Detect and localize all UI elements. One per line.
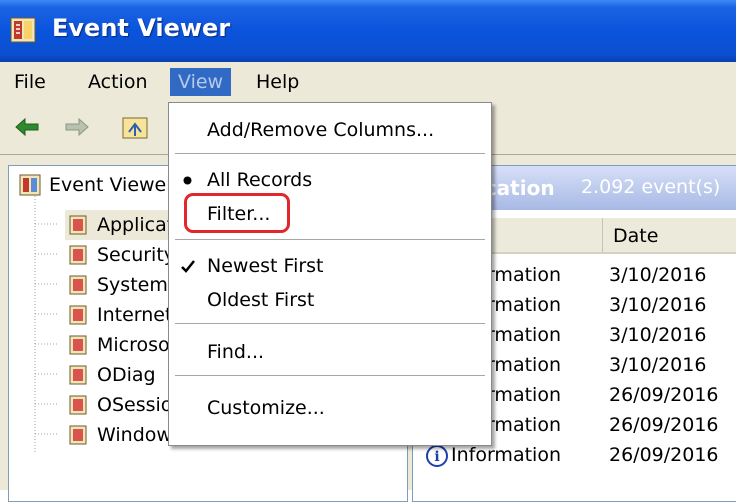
log-book-icon bbox=[69, 305, 87, 325]
row-date: 3/10/2016 bbox=[609, 324, 707, 346]
event-viewer-root-icon bbox=[19, 174, 41, 196]
forward-arrow-icon[interactable] bbox=[62, 112, 92, 142]
menu-item-label: Oldest First bbox=[207, 289, 315, 311]
menu-item-oldest-first[interactable]: Oldest First bbox=[169, 285, 491, 315]
menu-item-all-records[interactable]: All Records bbox=[169, 165, 491, 195]
event-viewer-app-icon bbox=[10, 17, 36, 43]
menu-bar: File Action View Help bbox=[0, 62, 736, 102]
event-count: 2.092 event(s) bbox=[581, 176, 721, 198]
svg-text:i: i bbox=[434, 449, 439, 465]
menu-item-add-remove-columns[interactable]: Add/Remove Columns... bbox=[169, 115, 491, 145]
information-icon: i bbox=[426, 445, 448, 467]
up-folder-icon[interactable] bbox=[120, 112, 150, 142]
tree-label-root: Event Viewer bbox=[49, 174, 175, 196]
menu-help[interactable]: Help bbox=[248, 68, 307, 96]
menu-view[interactable]: View bbox=[170, 68, 232, 96]
menu-action[interactable]: Action bbox=[80, 68, 156, 96]
menu-item-label: All Records bbox=[207, 169, 313, 191]
checkmark-icon bbox=[181, 260, 195, 273]
row-date: 26/09/2016 bbox=[609, 414, 719, 436]
log-book-icon bbox=[69, 335, 87, 355]
view-menu-dropdown: Add/Remove Columns... All Records Filter… bbox=[168, 102, 492, 446]
row-date: 26/09/2016 bbox=[609, 384, 719, 406]
log-book-icon bbox=[69, 245, 87, 265]
log-book-icon bbox=[69, 425, 87, 445]
title-bar: Event Viewer bbox=[0, 0, 736, 62]
menu-separator bbox=[175, 153, 485, 154]
row-date: 3/10/2016 bbox=[609, 294, 707, 316]
menu-item-find[interactable]: Find... bbox=[169, 337, 491, 367]
tree-label: Security bbox=[97, 244, 176, 266]
row-date: 3/10/2016 bbox=[609, 354, 707, 376]
log-book-icon bbox=[69, 395, 87, 415]
tree-label: System bbox=[97, 274, 168, 296]
radio-bullet-icon bbox=[183, 176, 192, 185]
menu-file[interactable]: File bbox=[6, 68, 54, 96]
menu-item-label: Newest First bbox=[207, 255, 324, 277]
menu-separator bbox=[175, 375, 485, 376]
menu-item-label: Add/Remove Columns... bbox=[207, 119, 435, 141]
menu-item-newest-first[interactable]: Newest First bbox=[169, 251, 491, 281]
row-date: 26/09/2016 bbox=[609, 444, 719, 466]
filter-highlight-annotation bbox=[184, 193, 290, 233]
menu-item-label: Find... bbox=[207, 341, 265, 363]
tree-label: ODiag bbox=[97, 364, 156, 386]
menu-separator bbox=[175, 239, 485, 240]
column-header-date[interactable]: Date bbox=[603, 218, 736, 254]
log-book-icon bbox=[69, 275, 87, 295]
menu-item-customize[interactable]: Customize... bbox=[169, 393, 491, 423]
menu-separator bbox=[175, 323, 485, 324]
log-book-icon bbox=[69, 215, 87, 235]
row-date: 3/10/2016 bbox=[609, 264, 707, 286]
menu-item-label: Customize... bbox=[207, 397, 325, 419]
log-book-icon bbox=[69, 365, 87, 385]
back-arrow-icon[interactable] bbox=[12, 112, 42, 142]
window-title: Event Viewer bbox=[52, 14, 231, 42]
